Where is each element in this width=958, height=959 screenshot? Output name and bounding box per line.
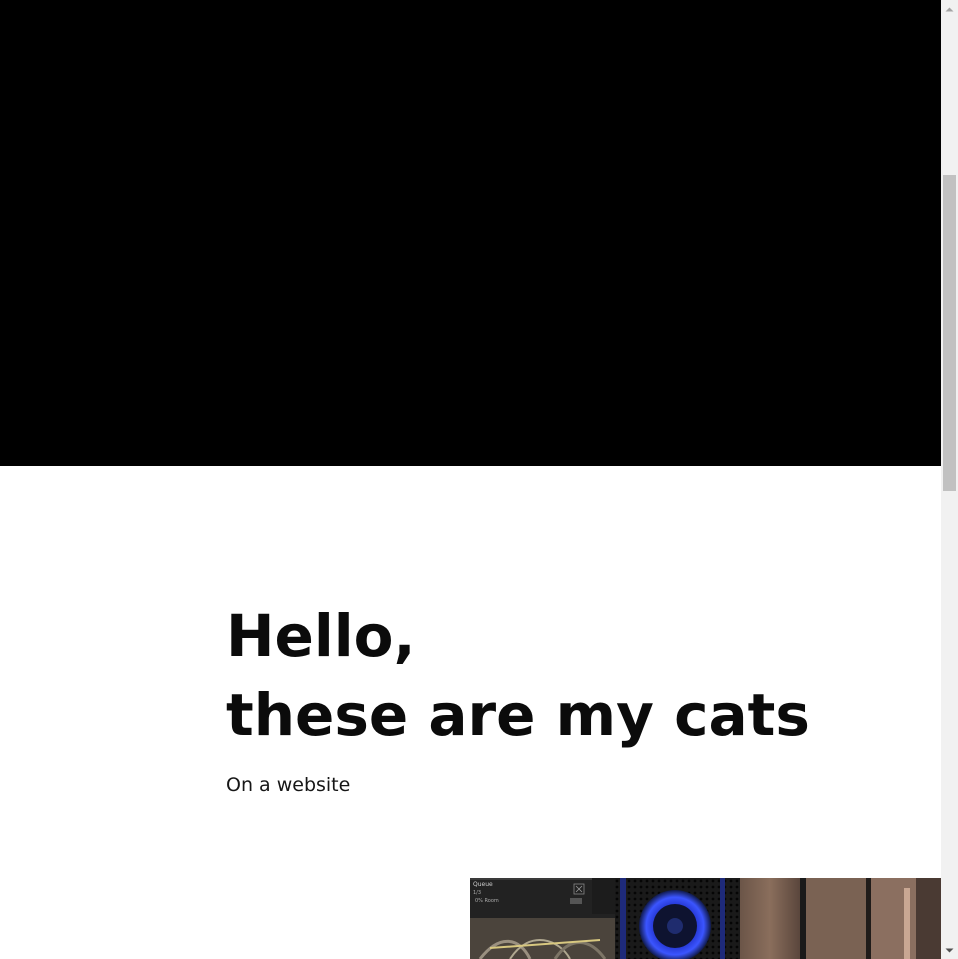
overlay-panel-line2: 0% Room bbox=[475, 898, 499, 904]
title-line-greeting: Hello, bbox=[226, 602, 416, 670]
cat-photo-image: Queue 1/3 0% Room bbox=[470, 878, 941, 959]
cat-photo: Queue 1/3 0% Room bbox=[470, 878, 941, 959]
page: Hello, these are my cats On a website Qu… bbox=[0, 0, 941, 959]
overlay-panel-line: 1/3 bbox=[473, 890, 481, 896]
scroll-up-arrow-icon[interactable] bbox=[941, 0, 958, 17]
hero-video[interactable] bbox=[0, 0, 941, 466]
page-title: Hello, these are my cats bbox=[226, 597, 810, 755]
scroll-down-arrow-icon[interactable] bbox=[941, 942, 958, 959]
overlay-panel-title: Queue bbox=[473, 881, 493, 888]
scrollbar-thumb[interactable] bbox=[943, 175, 956, 491]
title-line-cats: these are my cats bbox=[226, 681, 810, 749]
vertical-scrollbar[interactable] bbox=[941, 0, 958, 959]
page-subtitle: On a website bbox=[226, 774, 351, 796]
